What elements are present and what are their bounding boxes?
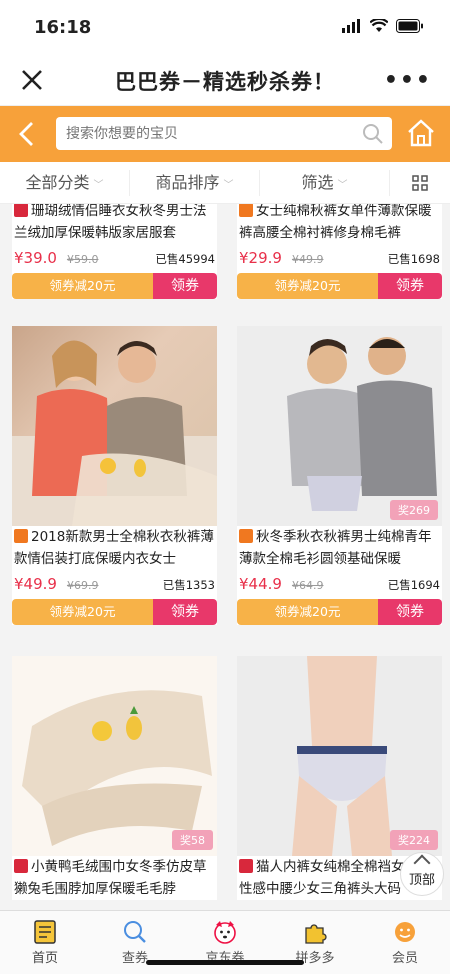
- coupon-discount[interactable]: 领券减20元: [237, 273, 378, 299]
- more-menu-button[interactable]: •••: [384, 68, 432, 93]
- chevron-down-icon: ﹀: [223, 179, 234, 191]
- filter-category[interactable]: 全部分类 ﹀: [0, 169, 130, 196]
- product-price: ¥29.9: [239, 249, 282, 267]
- chevron-up-icon: [413, 854, 431, 872]
- filter-category-label: 全部分类: [25, 172, 90, 192]
- back-to-top-button[interactable]: 顶部: [400, 852, 444, 896]
- product-sold: 已售45994: [155, 252, 215, 266]
- thermal-underwear-image: [287, 337, 437, 511]
- filter-sort[interactable]: 商品排序 ﹀: [130, 169, 260, 196]
- product-title: 珊瑚绒情侣睡衣女秋冬男士法兰绒加厚保暖韩版家居服套: [12, 204, 217, 244]
- product-title: 小黄鸭毛绒围巾女冬季仿皮草獭兔毛围脖加厚保暖毛毛脖: [12, 856, 217, 900]
- coupon-discount[interactable]: 领券减20元: [12, 599, 153, 625]
- tab-member[interactable]: 会员: [360, 911, 450, 974]
- dog-icon: [214, 921, 236, 944]
- product-original-price: ¥69.9: [66, 579, 99, 592]
- home-icon[interactable]: [406, 118, 436, 148]
- reward-badge: 奖224: [390, 830, 438, 850]
- product-title-text: 珊瑚绒情侣睡衣女秋冬男士法兰绒加厚保暖韩版家居服套: [14, 204, 207, 241]
- puzzle-icon: [305, 924, 327, 944]
- tmall-tag-icon: [14, 859, 28, 873]
- get-coupon-button[interactable]: 领券: [378, 273, 442, 299]
- filter-screen[interactable]: 筛选 ﹀: [260, 169, 390, 196]
- get-coupon-button[interactable]: 领券: [153, 273, 217, 299]
- product-title-text: 小黄鸭毛绒围巾女冬季仿皮草獭兔毛围脖加厚保暖毛毛脖: [14, 859, 207, 897]
- signal-icon: [342, 19, 360, 33]
- product-card[interactable]: 珊瑚绒情侣睡衣女秋冬男士法兰绒加厚保暖韩版家居服套 ¥39.0 ¥59.0 已售…: [12, 204, 217, 299]
- battery-icon: [396, 19, 423, 33]
- get-coupon-button[interactable]: 领券: [378, 599, 442, 625]
- taobao-tag-icon: [239, 204, 253, 217]
- grid-view-button[interactable]: [390, 170, 450, 196]
- couple-pajama-image: [12, 340, 217, 526]
- product-title-text: 女士纯棉秋裤女单件薄款保暖裤高腰全棉衬裤修身棉毛裤: [239, 204, 432, 241]
- wifi-icon: [370, 19, 388, 32]
- product-title: 2018新款男士全棉秋衣秋裤薄款情侣装打底保暖内衣女士: [12, 526, 217, 570]
- product-sold: 已售1698: [387, 252, 440, 266]
- product-title: 女士纯棉秋裤女单件薄款保暖裤高腰全棉衬裤修身棉毛裤: [237, 204, 442, 244]
- product-card[interactable]: 2018新款男士全棉秋衣秋裤薄款情侣装打底保暖内衣女士 ¥49.9 ¥69.9 …: [12, 326, 217, 625]
- grid-icon: [412, 175, 428, 191]
- product-card[interactable]: 女士纯棉秋裤女单件薄款保暖裤高腰全棉衬裤修身棉毛裤 ¥29.9 ¥49.9 已售…: [237, 204, 442, 299]
- product-sold: 已售1694: [387, 578, 440, 592]
- page-title: 巴巴券－精选秒杀券！: [115, 70, 335, 94]
- product-original-price: ¥59.0: [66, 253, 99, 266]
- search-icon: [124, 921, 146, 943]
- product-image[interactable]: 奖269: [237, 326, 442, 526]
- search-box[interactable]: [56, 117, 392, 150]
- status-bar: 16:18: [0, 0, 450, 56]
- tmall-tag-icon: [14, 204, 28, 217]
- status-icons: [342, 19, 424, 33]
- chevron-down-icon: ﹀: [337, 179, 348, 191]
- product-sold: 已售1353: [162, 578, 215, 592]
- product-grid: 珊瑚绒情侣睡衣女秋冬男士法兰绒加厚保暖韩版家居服套 ¥39.0 ¥59.0 已售…: [0, 204, 450, 910]
- product-price: ¥39.0: [14, 249, 57, 267]
- filter-screen-label: 筛选: [301, 172, 334, 192]
- tab-home-label: 首页: [31, 951, 58, 966]
- filter-sort-label: 商品排序: [155, 172, 220, 192]
- coupon-discount[interactable]: 领券减20元: [237, 599, 378, 625]
- product-price: ¥49.9: [14, 575, 57, 593]
- product-card[interactable]: 奖58 小黄鸭毛绒围巾女冬季仿皮草獭兔毛围脖加厚保暖毛毛脖: [12, 656, 217, 900]
- product-title-text: 2018新款男士全棉秋衣秋裤薄款情侣装打底保暖内衣女士: [14, 529, 214, 567]
- tmall-tag-icon: [239, 859, 253, 873]
- back-to-top-label: 顶部: [408, 873, 435, 888]
- product-image[interactable]: [12, 326, 217, 526]
- plush-scarf-image: [22, 690, 212, 846]
- smile-icon: [395, 922, 415, 942]
- product-title: 秋冬季秋衣秋裤男士纯棉青年薄款全棉毛衫圆领基础保暖: [237, 526, 442, 570]
- product-title-text: 秋冬季秋衣秋裤男士纯棉青年薄款全棉毛衫圆领基础保暖: [239, 529, 432, 567]
- chevron-down-icon: ﹀: [93, 179, 104, 191]
- nav-bar: 巴巴券－精选秒杀券！ •••: [0, 56, 450, 106]
- tab-search-coupon-label: 查券: [121, 951, 148, 966]
- home-indicator: [146, 960, 304, 965]
- tab-member-label: 会员: [391, 951, 418, 966]
- product-image[interactable]: 奖224: [237, 656, 442, 856]
- get-coupon-button[interactable]: 领券: [153, 599, 217, 625]
- search-icon[interactable]: [362, 123, 384, 145]
- reward-badge: 奖269: [390, 500, 438, 520]
- status-time: 16:18: [34, 17, 92, 38]
- product-image[interactable]: 奖58: [12, 656, 217, 856]
- taobao-tag-icon: [14, 529, 28, 543]
- back-arrow-icon[interactable]: [14, 120, 40, 148]
- cotton-briefs-image: [292, 656, 392, 856]
- tab-home[interactable]: 首页: [0, 911, 90, 974]
- taobao-tag-icon: [239, 529, 253, 543]
- search-bar: [0, 106, 450, 162]
- product-original-price: ¥64.9: [291, 579, 324, 592]
- coupon-discount[interactable]: 领券减20元: [12, 273, 153, 299]
- reward-badge: 奖58: [172, 830, 213, 850]
- product-card[interactable]: 奖269 秋冬季秋衣秋裤男士纯棉青年薄款全棉毛衫圆领基础保暖 ¥44.9 ¥64…: [237, 326, 442, 625]
- product-price: ¥44.9: [239, 575, 282, 593]
- home-doc-icon: [34, 920, 56, 944]
- search-input[interactable]: [56, 117, 346, 150]
- filter-bar: 全部分类 ﹀ 商品排序 ﹀ 筛选 ﹀: [0, 162, 450, 204]
- product-original-price: ¥49.9: [291, 253, 324, 266]
